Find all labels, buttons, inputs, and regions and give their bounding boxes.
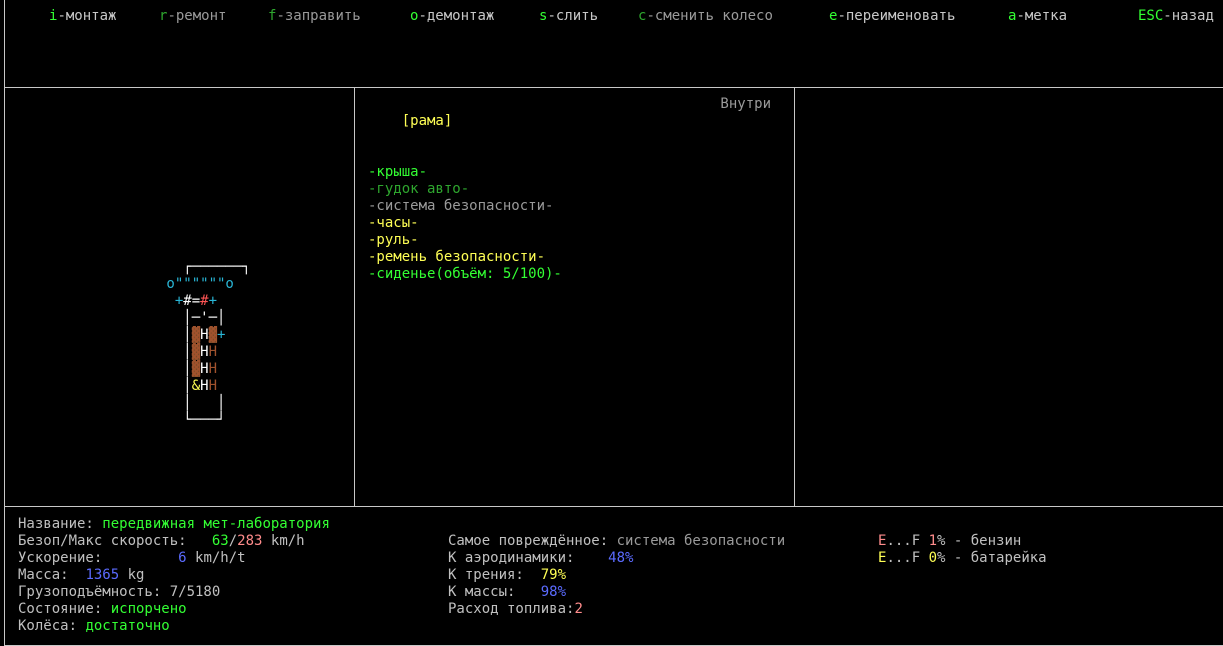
speed-label: Безоп/Макс скорость: xyxy=(18,533,196,549)
menu-label: -заправить xyxy=(276,8,361,24)
stats-right: E...F 1% - бензин E...F 0% - батарейка xyxy=(878,533,1047,567)
max-speed: 283 xyxy=(237,533,263,549)
menu-hotkey: ESC xyxy=(1138,8,1164,24)
battery-percent: 0 xyxy=(928,550,938,566)
menu-label: -назад xyxy=(1163,8,1214,24)
vehicle-row: ┌──────┐ xyxy=(158,259,251,275)
menu-label: -ремонт xyxy=(167,8,227,24)
friction-value: 79% xyxy=(540,567,567,583)
menu-label: -монтаж xyxy=(57,8,117,24)
menu-label: -метка xyxy=(1016,8,1068,24)
mass-value: 1365 xyxy=(85,567,120,583)
vehicle-row: │─'─│ xyxy=(158,310,226,326)
state-value: испорчено xyxy=(110,601,187,617)
part-item[interactable]: -руль- xyxy=(368,232,773,249)
part-item[interactable]: -крыша- xyxy=(368,164,773,181)
speed-sep: / xyxy=(228,533,238,549)
mass-coef-label: К массы: xyxy=(448,584,516,600)
capacity-value: 7/5180 xyxy=(169,584,221,600)
mass-unit: kg xyxy=(119,567,145,583)
vehicle-map: ┌──────┐ o""""""o +#=#+ │─'─│ │▓H▓+ │▓HH… xyxy=(158,259,251,429)
stats-middle: Самое повреждённое: система безопасности… xyxy=(448,533,785,618)
menu-item-заправить[interactable]: f-заправить xyxy=(268,8,361,25)
name-label: Название: xyxy=(18,516,103,532)
friction-label: К трения: xyxy=(448,567,524,583)
aero-value: 48% xyxy=(608,550,634,566)
vehicle-row: +#=#+ xyxy=(174,293,218,309)
frame-label[interactable]: [рама] xyxy=(402,113,453,129)
fuel-gauge-full: ...F xyxy=(886,533,921,549)
vehicle-name: передвижная мет-лаборатория xyxy=(102,516,330,532)
accel-unit: km/h/t xyxy=(186,550,246,566)
menu-label: -переименовать xyxy=(837,8,956,24)
fuel-usage-value: 2 xyxy=(574,601,583,617)
state-label: Состояние: xyxy=(18,601,111,617)
battery-type-label: % - батарейка xyxy=(937,550,1047,566)
menu-item-ремонт[interactable]: r-ремонт xyxy=(159,8,226,25)
menu-item-сменить-колесо[interactable]: c-сменить колесо xyxy=(638,8,773,25)
wheels-label: Колёса: xyxy=(18,618,86,634)
aero-label: К аэродинамики: xyxy=(448,550,575,566)
menu-item-метка[interactable]: a-метка xyxy=(1008,8,1067,25)
vehicle-row: │ │ xyxy=(158,395,226,411)
menu-item-монтаж[interactable]: i-монтаж xyxy=(49,8,116,25)
parts-list: [рама] Внутри -крыша- -гудок авто- -систем… xyxy=(368,96,773,283)
safe-speed: 63 xyxy=(211,533,229,549)
fuel-type-label: % - бензин xyxy=(937,533,1022,549)
stats-left: Название: передвижная мет-лаборатория Бе… xyxy=(18,516,330,635)
mass-coef-value: 98% xyxy=(540,584,567,600)
vehicle-row: │▓H▓+ xyxy=(158,327,226,343)
menu-item-демонтаж[interactable]: o-демонтаж xyxy=(410,8,494,25)
battery-gauge-full: ...F xyxy=(886,550,921,566)
damaged-label: Самое повреждённое: xyxy=(448,533,617,549)
accel-label: Ускорение: xyxy=(18,550,103,566)
part-item[interactable]: -сиденье(объём: 5/100)- xyxy=(368,266,773,283)
accel-value: 6 xyxy=(178,550,187,566)
menu-item-слить[interactable]: s-слить xyxy=(539,8,598,25)
menu-item-переименовать[interactable]: e-переименовать xyxy=(829,8,955,25)
wheels-value: достаточно xyxy=(85,618,170,634)
vehicle-row: o""""""o xyxy=(158,276,234,292)
speed-unit: km/h xyxy=(262,533,305,549)
part-item[interactable]: -гудок авто- xyxy=(368,181,773,198)
part-item[interactable]: -ремень безопасности- xyxy=(368,249,773,266)
fuel-percent: 1 xyxy=(928,533,938,549)
part-item[interactable]: -часы- xyxy=(368,215,773,232)
vehicle-row: └───┘ xyxy=(158,412,226,428)
mass-label: Масса: xyxy=(18,567,69,583)
vehicle-row: │&HH xyxy=(158,378,218,394)
damaged-value: система безопасности xyxy=(616,533,786,549)
fuel-usage-label: Расход топлива: xyxy=(448,601,575,617)
part-item[interactable]: -система безопасности- xyxy=(368,198,773,215)
vehicle-row: │▓HH xyxy=(158,361,218,377)
menu-label: -демонтаж xyxy=(418,8,495,24)
info-panel xyxy=(794,87,1223,507)
capacity-label: Грузоподъёмность: xyxy=(18,584,170,600)
menu-label: -слить xyxy=(547,8,599,24)
location-label: Внутри xyxy=(720,96,771,112)
menu-label: -сменить колесо xyxy=(646,8,773,24)
vehicle-row: │▓HH xyxy=(158,344,218,360)
menu-item-назад[interactable]: ESC-назад xyxy=(1138,8,1214,25)
